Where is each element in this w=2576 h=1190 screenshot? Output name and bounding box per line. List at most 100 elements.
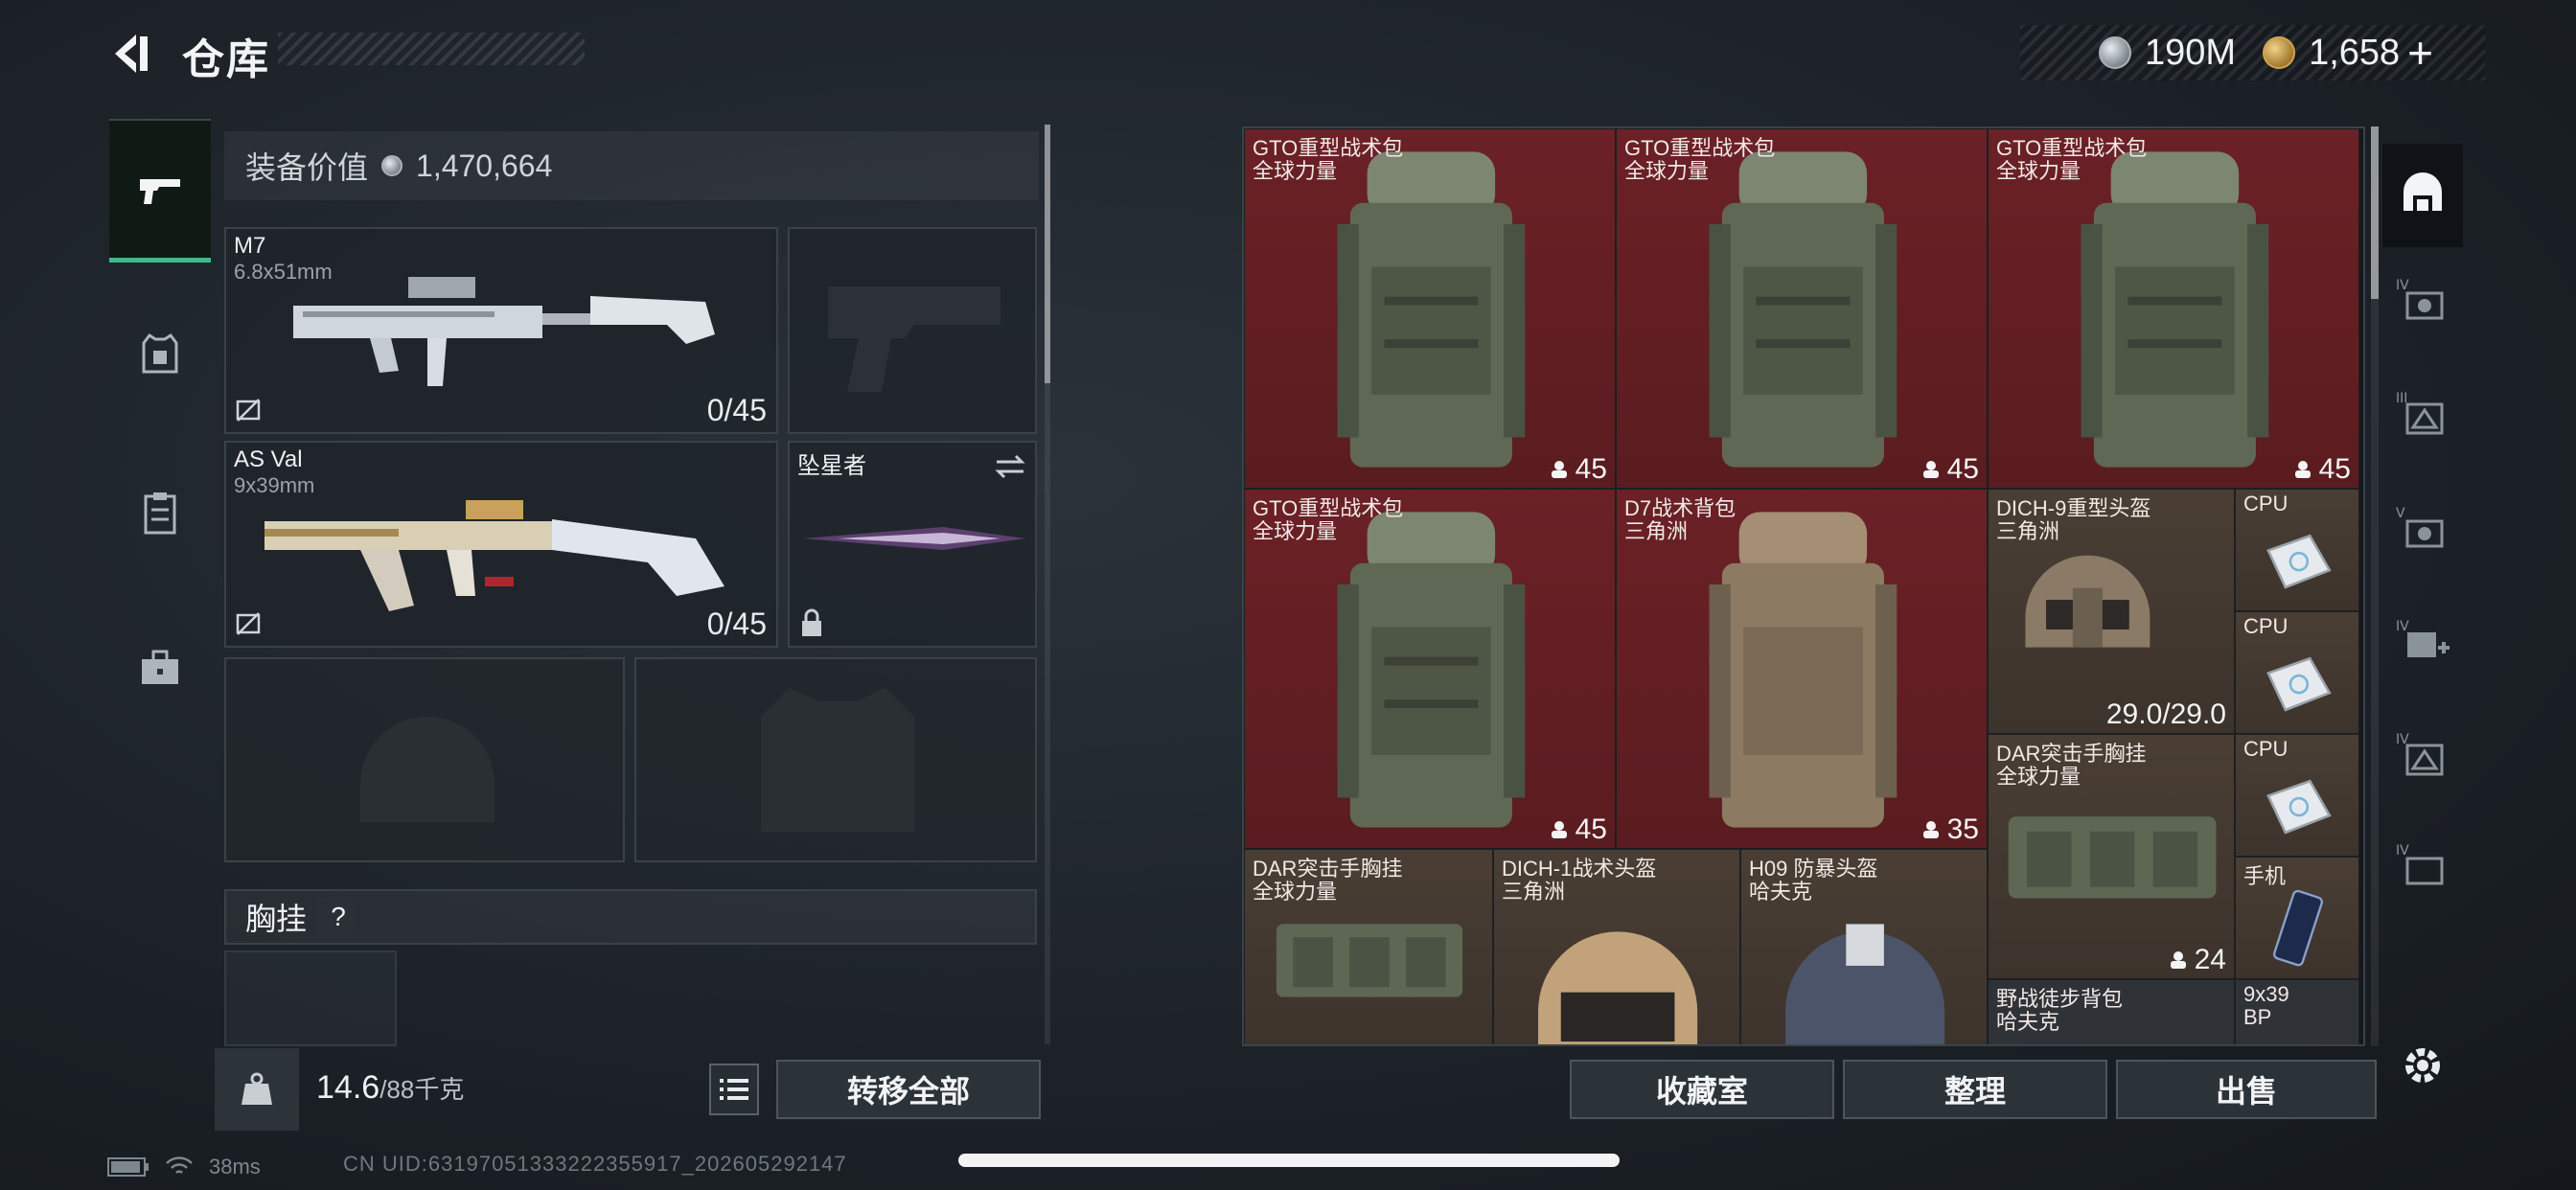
wifi-icon [166, 1156, 193, 1174]
stack-count-icon [1551, 821, 1567, 838]
vest-icon [142, 332, 178, 374]
user-uid: CN UID:63197051333222355917_202605292147 [343, 1152, 847, 1176]
add-currency-button[interactable]: + [2407, 27, 2433, 79]
filter-tab-cat-iv-plus[interactable]: IV [2382, 590, 2463, 694]
filter-tab-cat-iv-1[interactable]: IV [2382, 249, 2463, 353]
backpack-green-icon [1709, 151, 1897, 468]
knife-image-icon [803, 527, 1025, 550]
stack-count-icon [1922, 821, 1939, 838]
svg-text:IV: IV [2396, 843, 2409, 858]
stash-item-backpack-green[interactable]: GTO重型战术包 全球力量 45 [1244, 489, 1616, 849]
item-name: CPU [2243, 492, 2288, 515]
rig-icon [2008, 816, 2217, 899]
helmet-slot-empty[interactable] [224, 657, 625, 862]
stash-item-backpack-green[interactable]: GTO重型战术包 全球力量 45 [1988, 128, 2359, 489]
back-arrow-icon[interactable] [107, 29, 157, 79]
item-brand: 全球力量 [1996, 765, 2082, 789]
helmet-icon [2025, 555, 2150, 648]
clipboard-icon [144, 492, 176, 535]
stash-item-backpack-green[interactable]: GTO重型战术包 全球力量 45 [1244, 128, 1616, 489]
list-view-button[interactable] [709, 1064, 759, 1115]
stash-item-helmet[interactable]: DICH-9重型头盔 三角洲 29.0/29.0 [1988, 489, 2235, 734]
stash-item-rig[interactable]: DAR突击手胸挂 全球力量 [1244, 849, 1493, 1044]
item-brand: 哈夫克 [1996, 1010, 2060, 1034]
battery-icon [107, 1157, 149, 1177]
carry-weight-value: 14.6 [316, 1069, 380, 1106]
stack-count-icon [2294, 461, 2311, 478]
pistol-slot-empty[interactable] [788, 227, 1037, 434]
stash-item-cpu[interactable]: CPU [2235, 611, 2359, 734]
rig-icon [1276, 924, 1463, 997]
tab-clipboard[interactable] [109, 441, 211, 584]
help-icon[interactable]: ? [318, 899, 359, 935]
filter-tab-cat-iv-2[interactable]: IV [2382, 703, 2463, 807]
melee-slot[interactable]: 坠星者 [788, 441, 1037, 648]
item-count: 45 [1549, 813, 1607, 846]
loadout-scroll-thumb[interactable] [1045, 125, 1050, 383]
collection-room-button[interactable]: 收藏室 [1570, 1060, 1834, 1119]
stash-item-phone[interactable]: 手机 [2235, 857, 2359, 979]
currency-bar: 190M 1,658 + [2020, 25, 2485, 80]
stash-item-backpack-green[interactable]: GTO重型战术包 全球力量 45 [1616, 128, 1988, 489]
stash-item-helmet-tan[interactable]: DICH-1战术头盔 三角洲 [1493, 849, 1740, 1044]
item-brand: 三角洲 [1502, 880, 1566, 904]
status-bar: 38ms [107, 1150, 261, 1184]
swap-arrows-icon[interactable] [993, 452, 1027, 481]
stash-item-rig[interactable]: DAR突击手胸挂 全球力量 24 [1988, 734, 2235, 979]
no-attachment-icon [236, 612, 261, 635]
filter-tab-cat-iii[interactable]: III [2382, 362, 2463, 466]
item-name: 手机 [2243, 864, 2287, 888]
vest-silhouette-icon [761, 688, 914, 832]
cpu-icon [2266, 535, 2333, 590]
stash-item-backpack[interactable]: 野战徒步背包 哈夫克 [1988, 979, 2235, 1044]
stash-item-backpack-tan[interactable]: D7战术背包 三角洲 35 [1616, 489, 1988, 849]
item-count: 45 [2292, 453, 2351, 486]
melee-name: 坠星者 [797, 453, 866, 479]
tab-armor[interactable] [109, 282, 211, 425]
rifle-image-icon [264, 500, 724, 611]
ping-value: 38ms [209, 1155, 261, 1179]
iv-stack-icon: IV [2396, 843, 2444, 885]
weight-icon [215, 1048, 299, 1131]
tab-weapons[interactable] [109, 119, 211, 263]
ammo-count: 0/45 [706, 606, 767, 641]
armor-slot-empty[interactable] [634, 657, 1037, 862]
iv-gear-icon: IV [2396, 278, 2444, 320]
equipment-value-bar: 装备价值 1,470,664 [224, 131, 1039, 200]
backpack-tan-icon [1709, 512, 1897, 828]
item-brand: 哈夫克 [1749, 880, 1813, 904]
filter-tab-all[interactable] [2382, 144, 2463, 247]
svg-text:V: V [2396, 506, 2405, 521]
item-count: 29.0/29.0 [2105, 698, 2226, 730]
stash-item-helmet-blue[interactable]: H09 防暴头盔 哈夫克 [1740, 849, 1988, 1044]
svg-text:IV: IV [2396, 278, 2409, 293]
cpu-icon [2266, 657, 2333, 713]
settings-gear-icon[interactable] [2396, 1039, 2450, 1092]
iii-gear-icon: III [2396, 391, 2444, 435]
silver-currency-amount: 190M [2145, 32, 2237, 73]
item-count: 35 [1920, 813, 1979, 846]
stash-scroll-thumb[interactable] [2371, 126, 2379, 299]
stash-item-cpu[interactable]: CPU [2235, 489, 2359, 611]
sell-button[interactable]: 出售 [2116, 1060, 2377, 1119]
primary-weapon-slot[interactable]: M7 6.8x51mm 0/45 [224, 227, 778, 434]
filter-tab-cat-iv-3[interactable]: IV [2382, 814, 2463, 918]
tab-briefcase[interactable] [109, 596, 211, 740]
weapon-name: AS Val [234, 446, 303, 472]
chest-rig-header: 胸挂 ? [224, 889, 1037, 945]
chest-rig-label: 胸挂 [245, 902, 308, 936]
filter-tab-cat-v[interactable]: V [2382, 477, 2463, 581]
stash-grid: GTO重型战术包 全球力量 45 GTO重型战术包 全球力量 45 GTO重型战术包 全球力量… [1242, 126, 2365, 1046]
secondary-weapon-slot[interactable]: AS Val 9x39mm 0/45 [224, 441, 778, 648]
transfer-all-button[interactable]: 转移全部 [776, 1060, 1041, 1119]
chest-rig-slot[interactable] [224, 950, 397, 1046]
stash-item-ammo[interactable]: 9x39 BP [2235, 979, 2359, 1044]
sort-button[interactable]: 整理 [1843, 1060, 2107, 1119]
home-indicator[interactable] [958, 1154, 1620, 1167]
gold-coin-icon [2263, 36, 2296, 69]
lock-icon [802, 608, 821, 636]
stash-item-cpu[interactable]: CPU [2235, 734, 2359, 857]
backpack-green-icon [2081, 151, 2268, 468]
backpack-green-icon [1337, 512, 1525, 828]
item-brand: 三角洲 [1624, 519, 1689, 543]
